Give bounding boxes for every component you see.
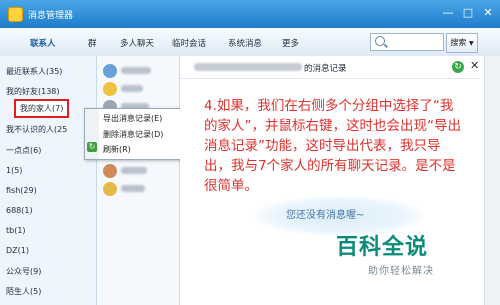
instruction-annotation: 4.如果，我们在右侧多个分组中选择了“我的家人”，并鼠标右键，这时也会出现“导出…	[204, 98, 461, 194]
refresh-icon: ↻	[87, 142, 97, 152]
list-item[interactable]	[103, 164, 177, 180]
group-item-family[interactable]: 我的家人(7)	[14, 99, 70, 118]
tab-groups[interactable]: 群	[88, 37, 97, 49]
message-header: 的消息记录 ↻ ✕	[180, 56, 480, 79]
group-item-fish[interactable]: fish(29)	[6, 186, 37, 195]
search-icon	[375, 36, 385, 46]
search-button-label: 搜索	[450, 38, 467, 47]
list-item[interactable]	[103, 182, 177, 198]
group-item-dz[interactable]: DZ(1)	[6, 246, 29, 255]
export-messages-menu-item[interactable]: 导出消息记录(E)	[103, 113, 162, 124]
contact-name-redacted	[121, 67, 151, 74]
group-item-recent[interactable]: 最近联系人(35)	[6, 66, 62, 77]
tab-more[interactable]: 更多	[282, 37, 299, 49]
context-menu: 导出消息记录(E) 删除消息记录(D) ↻ 刷新(R)	[84, 108, 182, 160]
group-item-strangers-known[interactable]: 我不认识的人(25	[6, 124, 67, 135]
group-item-1[interactable]: 1(5)	[6, 166, 22, 175]
avatar	[103, 164, 117, 178]
contact-list	[97, 56, 180, 305]
avatar	[103, 82, 117, 96]
maximize-button[interactable]: □	[460, 5, 476, 21]
window-title: 消息管理器	[28, 11, 74, 21]
avatar	[103, 64, 117, 78]
watermark-logo: 百科全说	[336, 235, 429, 260]
group-item-tb[interactable]: tb(1)	[6, 226, 26, 235]
contact-name-redacted	[121, 85, 143, 92]
contact-name-redacted	[194, 63, 302, 71]
tab-system-messages[interactable]: 系统消息	[228, 37, 262, 49]
message-manager-window: 消息管理器 — □ ✕ 联系人 群 多人聊天 临时会话 系统消息 更多 搜索 ▼…	[0, 0, 500, 305]
refresh-menu-item[interactable]: 刷新(R)	[103, 144, 131, 155]
group-item-yidiandian[interactable]: 一点点(6)	[6, 145, 41, 156]
close-button[interactable]: ✕	[480, 5, 496, 21]
group-item-688[interactable]: 688(1)	[6, 206, 33, 215]
tab-contacts[interactable]: 联系人	[30, 37, 56, 49]
group-item-strangers[interactable]: 陌生人(5)	[6, 286, 41, 297]
title-bar: 消息管理器 — □ ✕	[0, 0, 500, 28]
empty-state-message: 您还没有消息喔~	[286, 210, 365, 221]
chevron-down-icon: ▼	[468, 40, 474, 47]
group-item-friends[interactable]: 我的好友(138)	[6, 86, 60, 97]
watermark-subtitle: 助你轻松解决	[368, 266, 434, 277]
export-icon[interactable]: ↻	[452, 61, 464, 73]
list-item[interactable]	[103, 82, 177, 98]
contact-name-redacted	[121, 185, 145, 192]
message-record-title: 的消息记录	[304, 64, 347, 74]
list-item[interactable]	[103, 64, 177, 80]
toolbar: 联系人 群 多人聊天 临时会话 系统消息 更多 搜索 ▼	[0, 28, 500, 57]
message-pane: 的消息记录 ↻ ✕ 4.如果，我们在右侧多个分组中选择了“我的家人”，并鼠标右键…	[180, 56, 500, 305]
app-icon	[8, 7, 23, 22]
close-icon[interactable]: ✕	[470, 59, 479, 72]
tab-temp-chat[interactable]: 临时会话	[172, 37, 206, 49]
search-box	[370, 33, 444, 51]
minimize-button[interactable]: —	[440, 5, 456, 21]
scrollbar[interactable]	[484, 56, 500, 305]
contact-name-redacted	[121, 167, 147, 174]
group-sidebar: 最近联系人(35) 我的好友(138) 我的家人(7) 我不认识的人(25 一点…	[0, 56, 97, 305]
search-input[interactable]	[387, 35, 443, 49]
tab-multi-chat[interactable]: 多人聊天	[120, 37, 154, 49]
search-button[interactable]: 搜索 ▼	[446, 33, 478, 53]
delete-messages-menu-item[interactable]: 删除消息记录(D)	[103, 129, 163, 140]
group-item-official-accounts[interactable]: 公众号(9)	[6, 266, 41, 277]
avatar	[103, 182, 117, 196]
